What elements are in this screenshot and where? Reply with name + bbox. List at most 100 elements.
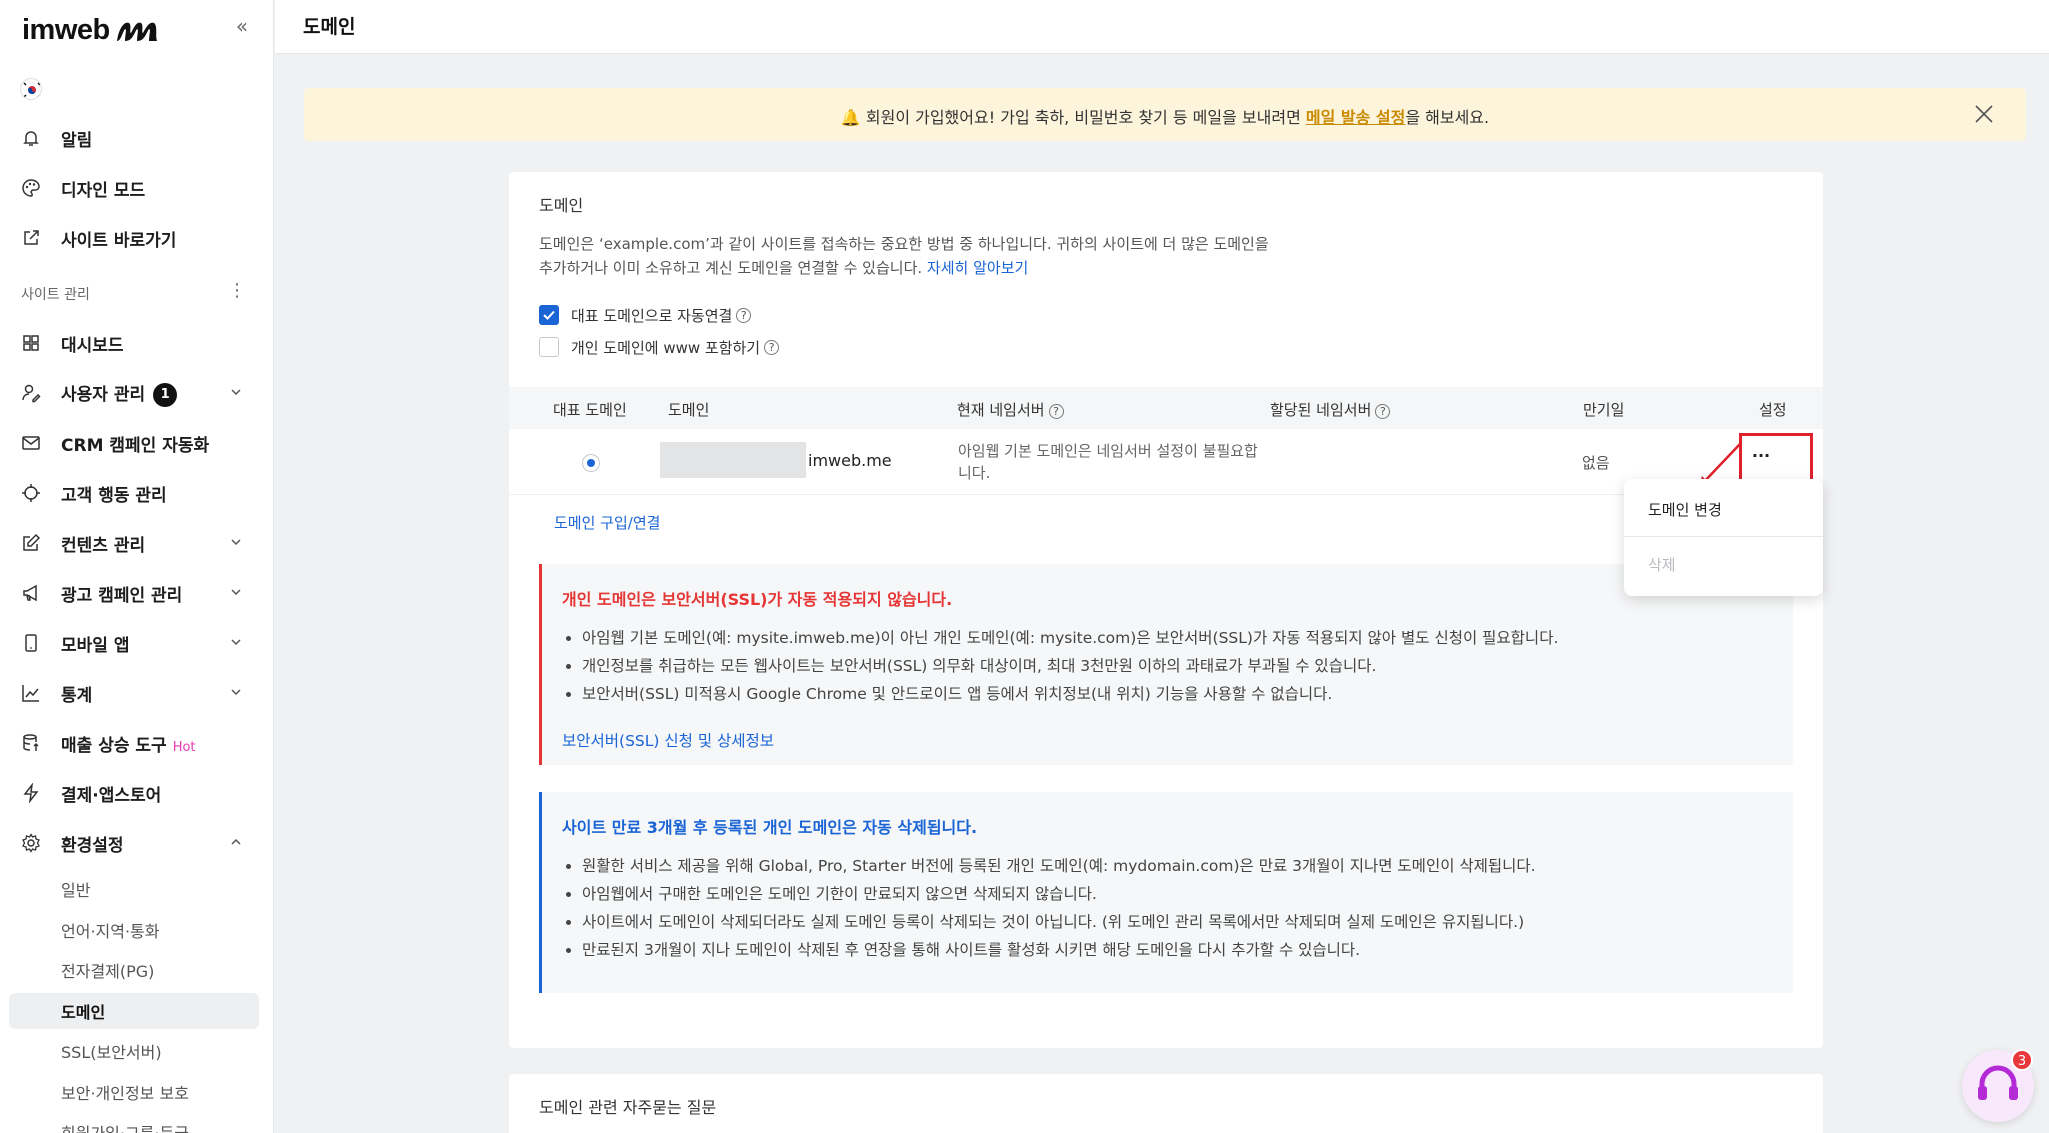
top-bar: 도메인 xyxy=(275,0,2049,54)
help-icon[interactable]: ? xyxy=(736,307,752,323)
redacted-subdomain xyxy=(660,442,806,478)
collapse-sidebar-icon[interactable]: « xyxy=(232,16,252,36)
sidebar-item-site-link[interactable]: 사이트 바로가기 xyxy=(0,218,274,258)
notification-badge: 1 xyxy=(153,382,178,407)
sidebar-item-design-mode[interactable]: 디자인 모드 xyxy=(0,168,274,208)
sidebar-item-label: 매출 상승 도구 Hot xyxy=(61,735,196,756)
sidebar-item-settings[interactable]: 환경설정 xyxy=(0,823,274,863)
expiry-date: 없음 xyxy=(1582,454,1610,472)
crosshair-icon xyxy=(22,484,40,502)
expire-notice-box: 사이트 만료 3개월 후 등록된 개인 도메인은 자동 삭제됩니다. 원활한 서… xyxy=(539,792,1793,993)
auto-connect-checkbox[interactable] xyxy=(539,305,559,325)
list-item: 원활한 서비스 제공을 위해 Global, Pro, Starter 버전에 … xyxy=(562,852,1536,880)
notice-banner: 🔔 회원이 가입했어요! 가입 축하, 비밀번호 찾기 등 메일을 보내려면 메… xyxy=(304,88,2026,141)
sidebar-item-payment-appstore[interactable]: 결제·앱스토어 xyxy=(0,773,274,813)
faq-title: 도메인 관련 자주묻는 질문 xyxy=(539,1098,717,1117)
sidebar-subitem-member[interactable]: 회원가입·그룹·등급 xyxy=(61,1120,189,1133)
logo[interactable]: imweb xyxy=(22,10,159,50)
sidebar-item-crm[interactable]: CRM 캠페인 자동화 xyxy=(0,423,274,463)
sidebar-item-label: CRM 캠페인 자동화 xyxy=(61,435,210,456)
sidebar-item-label: 결제·앱스토어 xyxy=(61,785,162,806)
sidebar-item-alarm[interactable]: 알림 xyxy=(0,118,274,158)
sidebar-item-label: 사용자 관리 1 xyxy=(61,380,178,407)
sidebar-item-label: 디자인 모드 xyxy=(61,180,146,201)
sidebar-subitem-general[interactable]: 일반 xyxy=(61,877,90,901)
card-description: 도메인은 ‘example.com’과 같이 사이트를 접속하는 중요한 방법 … xyxy=(539,235,1269,277)
sidebar-item-users[interactable]: 사용자 관리 1 xyxy=(0,373,274,413)
sidebar-subitem-domain[interactable]: 도메인 xyxy=(61,999,105,1023)
bell-icon xyxy=(23,131,39,146)
mobile-icon xyxy=(25,634,37,652)
checkmark-icon xyxy=(543,310,555,320)
sidebar-subitem-language[interactable]: 언어·지역·통화 xyxy=(61,918,160,942)
sidebar-item-label: 알림 xyxy=(61,130,93,151)
nameserver-text: 아임웹 기본 도메인은 네임서버 설정이 불필요합니다. xyxy=(958,442,1258,482)
sidebar-item-label: 고객 행동 관리 xyxy=(61,485,167,506)
korea-flag-icon[interactable] xyxy=(20,78,42,100)
section-label-site-management: 사이트 관리 xyxy=(21,287,90,303)
sidebar-item-label: 사이트 바로가기 xyxy=(61,230,177,251)
primary-domain-radio[interactable] xyxy=(582,454,600,472)
bell-icon: 🔔 xyxy=(840,108,861,127)
sidebar-item-label: 모바일 앱 xyxy=(61,635,130,656)
sidebar-item-statistics[interactable]: 통계 xyxy=(0,673,274,713)
expire-notice-list: 원활한 서비스 제공을 위해 Global, Pro, Starter 버전에 … xyxy=(562,852,1536,964)
delete-option[interactable]: 삭제 xyxy=(1648,554,1676,575)
sidebar-item-customer-behavior[interactable]: 고객 행동 관리 xyxy=(0,473,274,513)
external-link-icon xyxy=(24,230,39,245)
list-item: 개인정보를 취급하는 모든 웹사이트는 보안서버(SSL) 의무화 대상이며, … xyxy=(562,652,1558,680)
hot-tag: Hot xyxy=(172,739,196,755)
ssl-warning-title: 개인 도메인은 보안서버(SSL)가 자동 적용되지 않습니다. xyxy=(562,590,953,609)
column-header: 도메인 xyxy=(668,401,710,419)
www-checkbox-row[interactable]: 개인 도메인에 www 포함하기 ? xyxy=(539,336,780,358)
column-header: 설정 xyxy=(1759,401,1787,419)
sidebar-item-label: 통계 xyxy=(61,685,93,706)
sidebar-item-label: 대시보드 xyxy=(61,335,124,356)
chevron-down-icon xyxy=(231,389,241,396)
auto-connect-checkbox-row[interactable]: 대표 도메인으로 자동연결 ? xyxy=(539,304,752,326)
palette-icon xyxy=(22,179,40,197)
column-header: 할당된 네임서버? xyxy=(1270,399,1391,420)
list-item: 아임웹에서 구매한 도메인은 도메인 기한이 만료되지 않으면 삭제되지 않습니… xyxy=(562,880,1536,908)
expire-notice-title: 사이트 만료 3개월 후 등록된 개인 도메인은 자동 삭제됩니다. xyxy=(562,818,978,837)
support-badge: 3 xyxy=(2011,1049,2033,1071)
www-checkbox[interactable] xyxy=(539,337,559,357)
mail-settings-link[interactable]: 메일 발송 설정 xyxy=(1306,108,1405,127)
sidebar-item-sales-tools[interactable]: 매출 상승 도구 Hot xyxy=(0,723,274,763)
kebab-menu-icon[interactable]: ⋮ xyxy=(228,282,246,303)
chevron-down-icon xyxy=(231,639,241,646)
page-title: 도메인 xyxy=(303,16,356,38)
sidebar-item-mobile-app[interactable]: 모바일 앱 xyxy=(0,623,274,663)
sidebar-subitem-ssl[interactable]: SSL(보안서버) xyxy=(61,1039,162,1063)
database-icon xyxy=(23,734,39,751)
help-icon[interactable]: ? xyxy=(1375,404,1391,419)
sidebar-subitem-pg[interactable]: 전자결제(PG) xyxy=(61,958,154,982)
megaphone-icon xyxy=(23,584,37,602)
chevron-down-icon xyxy=(231,589,241,596)
chevron-down-icon xyxy=(231,539,241,546)
ssl-warning-list: 아임웹 기본 도메인(예: mysite.imweb.me)이 아닌 개인 도메… xyxy=(562,624,1558,708)
sidebar-item-ad-campaign[interactable]: 광고 캠페인 관리 xyxy=(0,573,274,613)
list-item: 사이트에서 도메인이 삭제되더라도 실제 도메인 등록이 삭제되는 것이 아닙니… xyxy=(562,908,1536,936)
column-header: 만기일 xyxy=(1583,401,1625,419)
chevron-down-icon xyxy=(231,689,241,696)
active-item-highlight xyxy=(9,993,259,1029)
sidebar-item-dashboard[interactable]: 대시보드 xyxy=(0,323,274,363)
sidebar-item-label: 환경설정 xyxy=(61,835,124,856)
sidebar-item-label: 광고 캠페인 관리 xyxy=(61,585,183,606)
faq-card: 도메인 관련 자주묻는 질문 xyxy=(509,1074,1823,1133)
learn-more-link[interactable]: 자세히 알아보기 xyxy=(927,259,1028,277)
change-domain-option[interactable]: 도메인 변경 xyxy=(1648,499,1722,520)
grid-icon xyxy=(23,335,39,351)
ssl-warning-box: 개인 도메인은 보안서버(SSL)가 자동 적용되지 않습니다. 아임웹 기본 … xyxy=(539,564,1793,765)
help-icon[interactable]: ? xyxy=(764,339,780,355)
close-icon[interactable] xyxy=(1972,102,1996,126)
buy-domain-link[interactable]: 도메인 구입/연결 xyxy=(554,512,660,533)
sidebar-item-contents[interactable]: 컨텐츠 관리 xyxy=(0,523,274,563)
table-header: 대표 도메인 도메인 현재 네임서버? 할당된 네임서버? 만기일 설정 xyxy=(509,387,1823,429)
domain-card: 도메인 도메인은 ‘example.com’과 같이 사이트를 접속하는 중요한… xyxy=(509,172,1823,1048)
sidebar-item-label: 컨텐츠 관리 xyxy=(61,535,146,556)
ssl-apply-link[interactable]: 보안서버(SSL) 신청 및 상세정보 xyxy=(562,729,774,751)
sidebar-subitem-security[interactable]: 보안·개인정보 보호 xyxy=(61,1080,189,1104)
help-icon[interactable]: ? xyxy=(1048,404,1064,419)
